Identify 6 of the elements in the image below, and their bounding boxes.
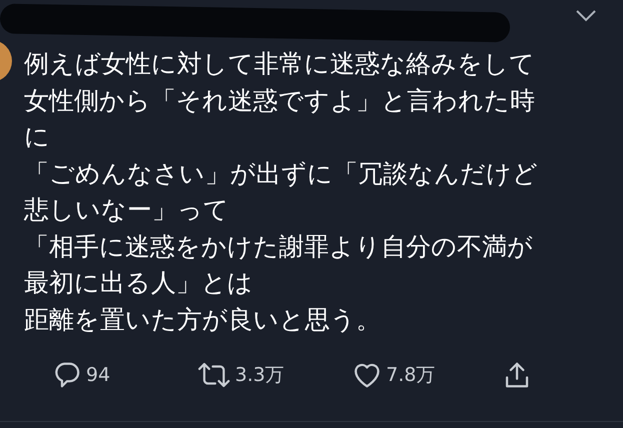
retweet-icon[interactable] xyxy=(197,360,231,390)
action-count: 94 xyxy=(86,362,110,388)
action-count: 3.3万 xyxy=(235,362,284,388)
chevron-down-icon[interactable] xyxy=(574,8,598,24)
action-count: 7.8万 xyxy=(386,362,436,388)
tweet-text: 例えば女性に対して非常に迷惑な絡みをして 女性側から「それ迷惑ですよ」と言われた時 に 「ごめんなさい」が出ずに「冗談なんだけど 悲しいなー」って 「相手に迷惑をかけた謝罪より自分の不満が 最初に出る人」とは 距離を置いた方が良いと思う。 xyxy=(24,48,538,336)
